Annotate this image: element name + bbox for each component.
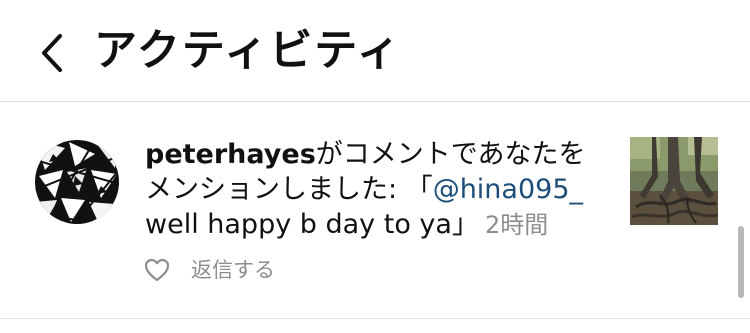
notification-row[interactable]: peterhayesがコメントであなたをメンションしました: 「@hina095…: [0, 103, 750, 318]
timestamp: 2時間: [484, 211, 549, 239]
username-link[interactable]: peterhayes: [145, 139, 316, 170]
comment-body: well happy b day to ya」: [145, 209, 479, 240]
avatar-image: [35, 140, 119, 224]
like-button[interactable]: [143, 256, 171, 284]
chevron-left-icon: [42, 34, 62, 72]
back-button[interactable]: [30, 26, 80, 80]
scrollbar-thumb[interactable]: [738, 226, 744, 298]
post-thumbnail[interactable]: [630, 137, 718, 225]
divider: [0, 318, 750, 319]
heart-outline-icon: [144, 258, 170, 282]
header-bar: アクティビティ: [0, 0, 750, 102]
user-avatar[interactable]: [35, 140, 119, 224]
mention-link[interactable]: @hina095_: [433, 174, 583, 205]
comment-text: peterhayesがコメントであなたをメンションしました: 「@hina095…: [145, 137, 610, 243]
reply-button[interactable]: 返信する: [191, 255, 275, 285]
page-title: アクティビティ: [94, 26, 402, 76]
activity-screen: アクティビティ peterhayesがコメントであなたをメンションしました: 「…: [0, 0, 750, 333]
post-image: [630, 137, 718, 225]
